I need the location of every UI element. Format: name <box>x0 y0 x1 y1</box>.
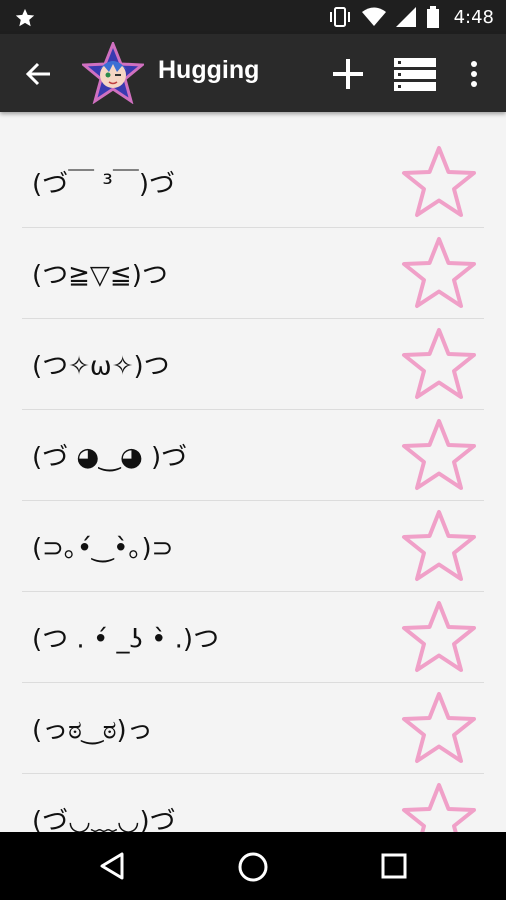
system-nav-bar <box>0 832 506 900</box>
emoticon-text: (づ◡﹏◡)づ <box>32 806 176 832</box>
nav-home-button[interactable] <box>236 850 270 884</box>
vibrate-icon <box>329 7 350 27</box>
emoticon-list: (づ￣ ³￣)づ (つ≧▽≦)つ (つ✧ω✧)つ (づ ◕‿◕ )づ (⊃｡•́… <box>0 112 506 832</box>
more-options-button[interactable] <box>464 56 484 92</box>
list-item[interactable]: (⊃｡•́‿•̀｡)⊃ <box>22 500 484 592</box>
more-vert-icon <box>471 61 477 87</box>
arrow-left-icon <box>25 62 50 86</box>
emoticon-text: (つ≧▽≦)つ <box>32 260 168 290</box>
back-button[interactable] <box>22 58 54 90</box>
status-bar: 4:48 <box>0 0 506 34</box>
favorite-star-icon[interactable] <box>400 417 478 493</box>
list-item[interactable]: (っಠ‿ಠ)っ <box>22 682 484 774</box>
favorite-star-icon[interactable] <box>400 690 478 766</box>
circle-home-icon <box>238 852 268 882</box>
emoticon-text: (⊃｡•́‿•̀｡)⊃ <box>32 533 174 563</box>
emoticon-text: (つ✧ω✧)つ <box>32 351 170 381</box>
emoticon-text: (づ ◕‿◕ )づ <box>32 442 188 472</box>
list-item[interactable]: (つ . •́ _ʖ •̀ .)つ <box>22 591 484 683</box>
list-item[interactable]: (づ ◕‿◕ )づ <box>22 409 484 501</box>
list-item[interactable]: (づ◡﹏◡)づ <box>22 773 484 832</box>
star-notification-icon <box>15 8 35 27</box>
nav-back-button[interactable] <box>96 850 128 882</box>
battery-icon <box>426 6 439 28</box>
square-recents-icon <box>381 853 407 879</box>
favorite-star-icon[interactable] <box>400 508 478 584</box>
triangle-back-icon <box>100 852 124 880</box>
plus-icon <box>333 59 363 89</box>
page-title: Hugging <box>158 56 260 84</box>
favorite-star-icon[interactable] <box>400 781 478 832</box>
favorite-star-icon[interactable] <box>400 326 478 402</box>
favorite-star-icon[interactable] <box>400 144 478 220</box>
list-item[interactable]: (つ≧▽≦)つ <box>22 227 484 319</box>
signal-icon <box>395 7 416 27</box>
category-avatar <box>82 42 144 104</box>
emoticon-text: (づ￣ ³￣)づ <box>32 169 175 199</box>
favorite-star-icon[interactable] <box>400 599 478 675</box>
list-item[interactable]: (づ￣ ³￣)づ <box>22 136 484 228</box>
list-view-button[interactable] <box>394 56 436 92</box>
status-time: 4:48 <box>453 6 494 28</box>
emoticon-text: (つ . •́ _ʖ •̀ .)つ <box>32 624 220 654</box>
wifi-icon <box>361 7 386 26</box>
favorite-star-icon[interactable] <box>400 235 478 311</box>
emoticon-text: (っಠ‿ಠ)っ <box>32 715 153 745</box>
app-bar: Hugging <box>0 34 506 112</box>
add-button[interactable] <box>330 56 366 92</box>
list-item[interactable]: (つ✧ω✧)つ <box>22 318 484 410</box>
nav-recents-button[interactable] <box>380 852 408 880</box>
